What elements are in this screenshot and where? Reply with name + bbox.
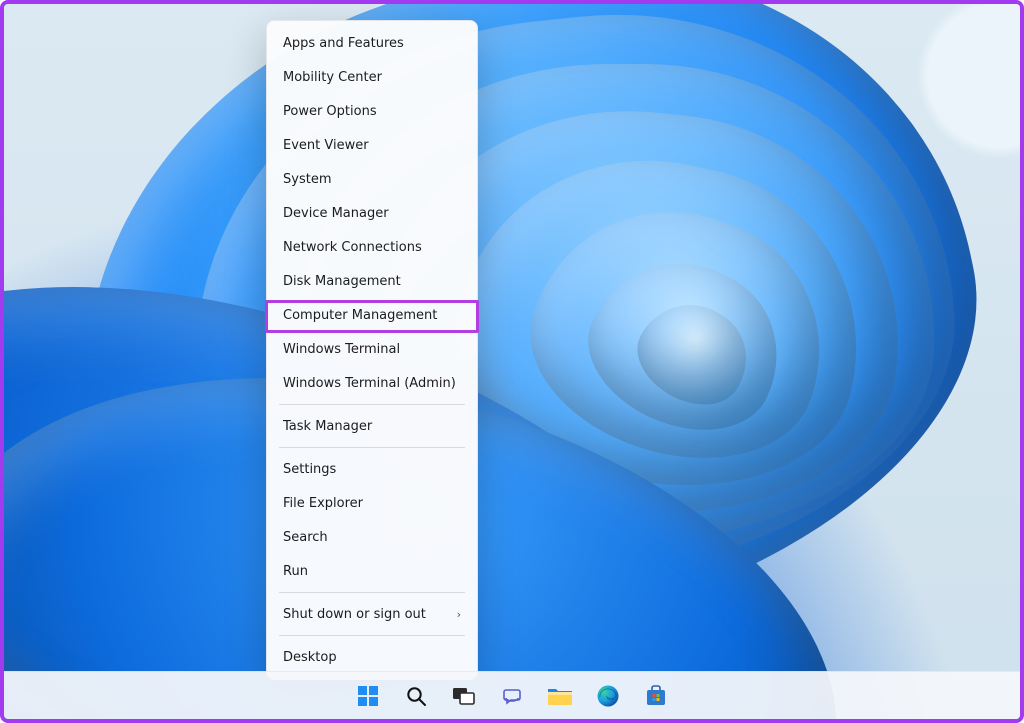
menu-item-label: Settings: [283, 462, 336, 477]
winx-context-menu: Apps and Features Mobility Center Power Op…: [266, 20, 478, 680]
menu-item-label: Device Manager: [283, 206, 389, 221]
file-explorer-icon: [547, 685, 573, 707]
menu-item-label: Desktop: [283, 650, 337, 665]
menu-device-manager[interactable]: Device Manager: [267, 196, 477, 230]
menu-settings[interactable]: Settings: [267, 452, 477, 486]
menu-task-manager[interactable]: Task Manager: [267, 409, 477, 443]
menu-item-label: Event Viewer: [283, 138, 369, 153]
chevron-right-icon: ›: [457, 608, 461, 621]
menu-item-label: Computer Management: [283, 308, 437, 323]
menu-separator: [279, 592, 465, 593]
screenshot-frame: Apps and Features Mobility Center Power Op…: [0, 0, 1024, 723]
menu-desktop[interactable]: Desktop: [267, 640, 477, 674]
winx-context-menu-list: Apps and Features Mobility Center Power Op…: [267, 26, 477, 674]
chat-button[interactable]: [498, 682, 526, 710]
menu-search[interactable]: Search: [267, 520, 477, 554]
menu-item-label: System: [283, 172, 331, 187]
task-view-button[interactable]: [450, 682, 478, 710]
menu-item-label: Disk Management: [283, 274, 401, 289]
chat-icon: [500, 684, 524, 708]
menu-network-connections[interactable]: Network Connections: [267, 230, 477, 264]
menu-item-label: File Explorer: [283, 496, 363, 511]
store-icon: [644, 684, 668, 708]
menu-item-label: Run: [283, 564, 308, 579]
menu-item-label: Task Manager: [283, 419, 372, 434]
menu-system[interactable]: System: [267, 162, 477, 196]
menu-apps-and-features[interactable]: Apps and Features: [267, 26, 477, 60]
taskbar: [4, 671, 1020, 719]
menu-separator: [279, 447, 465, 448]
edge-button[interactable]: [594, 682, 622, 710]
store-button[interactable]: [642, 682, 670, 710]
menu-separator: [279, 404, 465, 405]
windows-logo-icon: [357, 685, 379, 707]
start-button[interactable]: [354, 682, 382, 710]
menu-item-label: Network Connections: [283, 240, 422, 255]
menu-item-label: Windows Terminal (Admin): [283, 376, 456, 391]
menu-item-label: Apps and Features: [283, 36, 404, 51]
menu-item-label: Power Options: [283, 104, 377, 119]
menu-event-viewer[interactable]: Event Viewer: [267, 128, 477, 162]
search-button[interactable]: [402, 682, 430, 710]
menu-mobility-center[interactable]: Mobility Center: [267, 60, 477, 94]
menu-item-label: Search: [283, 530, 328, 545]
menu-run[interactable]: Run: [267, 554, 477, 588]
edge-icon: [596, 684, 620, 708]
menu-separator: [279, 635, 465, 636]
menu-shut-down-or-sign-out[interactable]: Shut down or sign out ›: [267, 597, 477, 631]
menu-file-explorer[interactable]: File Explorer: [267, 486, 477, 520]
desktop-wallpaper: [4, 4, 1020, 719]
menu-item-label: Windows Terminal: [283, 342, 400, 357]
search-icon: [405, 685, 427, 707]
menu-windows-terminal-admin[interactable]: Windows Terminal (Admin): [267, 366, 477, 400]
file-explorer-button[interactable]: [546, 682, 574, 710]
menu-computer-management[interactable]: Computer Management: [267, 298, 477, 332]
menu-windows-terminal[interactable]: Windows Terminal: [267, 332, 477, 366]
task-view-icon: [452, 685, 476, 707]
menu-disk-management[interactable]: Disk Management: [267, 264, 477, 298]
menu-item-label: Mobility Center: [283, 70, 382, 85]
menu-power-options[interactable]: Power Options: [267, 94, 477, 128]
menu-item-label: Shut down or sign out: [283, 607, 426, 622]
